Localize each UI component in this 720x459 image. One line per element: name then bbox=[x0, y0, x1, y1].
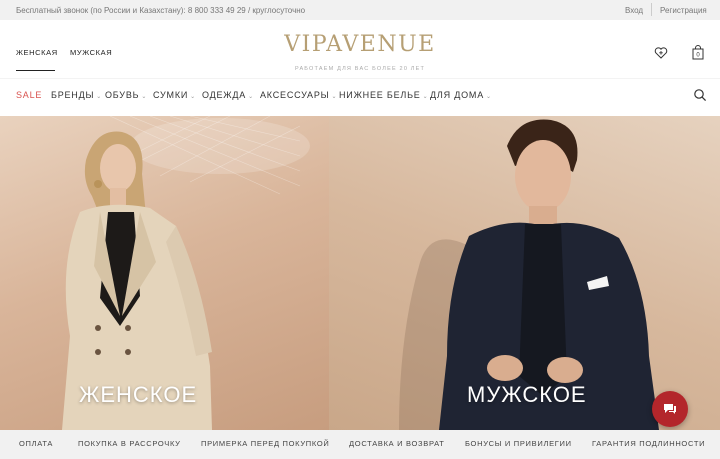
tab-women[interactable]: ЖЕНСКАЯ bbox=[16, 48, 58, 57]
nav-item-label: ОБУВЬ bbox=[105, 90, 140, 100]
login-link[interactable]: Вход bbox=[625, 6, 643, 15]
chevron-down-icon: ⌄ bbox=[141, 94, 148, 100]
top-info-bar: Бесплатный звонок (по России и Казахстан… bbox=[0, 0, 720, 20]
register-link[interactable]: Регистрация bbox=[660, 6, 707, 15]
chevron-down-icon: ⌄ bbox=[190, 94, 196, 100]
women-hero-banner[interactable]: ЖЕНСКОЕ bbox=[0, 116, 329, 430]
nav-item-brands[interactable]: БРЕНДЫ ⌄ bbox=[51, 90, 102, 100]
svg-text:0: 0 bbox=[696, 53, 700, 59]
favorites-heart-icon[interactable] bbox=[654, 46, 668, 60]
footer-link-authenticity[interactable]: ГАРАНТИЯ ПОДЛИННОСТИ bbox=[592, 439, 705, 448]
nav-item-label: БРЕНДЫ bbox=[51, 90, 95, 100]
search-icon[interactable] bbox=[693, 88, 707, 102]
main-navigation: SALE БРЕНДЫ ⌄ ОБУВЬ ⌄ СУМКИ ⌄ ОДЕЖДА ⌄ АКСЕС… bbox=[0, 78, 720, 116]
nav-item-label: ОДЕЖДА bbox=[202, 90, 247, 100]
active-tab-indicator bbox=[16, 70, 55, 71]
footer-link-payment[interactable]: ОПЛАТА bbox=[19, 439, 53, 448]
shopping-bag-icon[interactable]: 0 bbox=[691, 45, 705, 60]
nav-item-label: СУМКИ bbox=[153, 90, 189, 100]
nav-item-bags[interactable]: СУМКИ ⌄ bbox=[153, 90, 196, 100]
nav-item-label: АКСЕССУАРЫ bbox=[260, 90, 330, 100]
men-hero-label: МУЖСКОЕ bbox=[467, 382, 587, 407]
site-logo[interactable]: VIPAVENUE bbox=[220, 32, 500, 57]
chevron-down-icon: ⌄ bbox=[486, 94, 492, 100]
footer-link-delivery[interactable]: ДОСТАВКА И ВОЗВРАТ bbox=[349, 439, 445, 448]
site-header: ЖЕНСКАЯ МУЖСКАЯ VIPAVENUE РАБОТАЕМ ДЛЯ В… bbox=[0, 20, 720, 78]
women-hero-label: ЖЕНСКОЕ bbox=[79, 382, 198, 407]
footer-link-installments[interactable]: ПОКУПКА В РАССРОЧКУ bbox=[78, 439, 181, 448]
nav-item-clothing[interactable]: ОДЕЖДА ⌄ bbox=[202, 90, 254, 100]
chevron-down-icon: ⌄ bbox=[96, 94, 103, 100]
nav-item-home[interactable]: ДЛЯ ДОМА ⌄ bbox=[430, 90, 492, 100]
footer-link-bonuses[interactable]: БОНУСЫ И ПРИВИЛЕГИИ bbox=[465, 439, 572, 448]
chevron-down-icon: ⌄ bbox=[248, 94, 254, 100]
nav-item-label: НИЖНЕЕ БЕЛЬЕ bbox=[339, 90, 421, 100]
footer-link-fitting[interactable]: ПРИМЕРКА ПЕРЕД ПОКУПКОЙ bbox=[201, 439, 330, 448]
chevron-down-icon: ⌄ bbox=[331, 94, 338, 100]
tab-men[interactable]: МУЖСКАЯ bbox=[70, 48, 112, 57]
nav-item-accessories[interactable]: АКСЕССУАРЫ ⌄ bbox=[260, 90, 337, 100]
logo-tagline: РАБОТАЕМ ДЛЯ ВАС БОЛЕЕ 20 ЛЕТ bbox=[294, 66, 426, 72]
nav-item-sale[interactable]: SALE bbox=[16, 90, 42, 100]
men-hero-banner[interactable]: МУЖСКОЕ bbox=[329, 116, 720, 430]
hotline-phone-text: Бесплатный звонок (по России и Казахстан… bbox=[16, 6, 306, 15]
divider bbox=[651, 3, 652, 16]
nav-item-underwear[interactable]: НИЖНЕЕ БЕЛЬЕ ⌄ bbox=[339, 90, 428, 100]
service-links-bar: ОПЛАТА ПОКУПКА В РАССРОЧКУ ПРИМЕРКА ПЕРЕ… bbox=[0, 430, 720, 459]
nav-item-shoes[interactable]: ОБУВЬ ⌄ bbox=[105, 90, 147, 100]
nav-item-label: ДЛЯ ДОМА bbox=[430, 90, 484, 100]
chat-bubbles-icon bbox=[664, 404, 676, 414]
chat-button[interactable] bbox=[652, 391, 688, 427]
chevron-down-icon: ⌄ bbox=[422, 94, 429, 100]
